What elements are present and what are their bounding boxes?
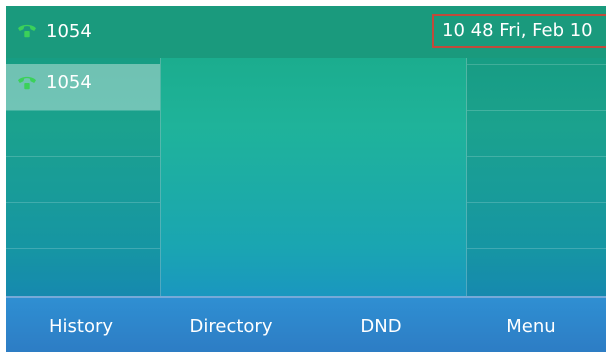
line-key-2[interactable] <box>6 110 160 157</box>
softkey-dnd[interactable]: DND <box>306 316 456 337</box>
status-account-label: 1054 <box>46 20 92 42</box>
softkey-directory[interactable]: Directory <box>156 316 306 337</box>
phone-registered-icon <box>16 22 38 40</box>
right-key-panel <box>466 58 606 296</box>
line-key-5[interactable] <box>6 248 160 295</box>
softkey-bar: History Directory DND Menu <box>6 296 606 352</box>
right-key-4[interactable] <box>467 202 606 249</box>
status-datetime: 10 48 Fri, Feb 10 <box>432 14 606 48</box>
line-key-panel: 1054 <box>6 58 161 296</box>
status-bar: 1054 10 48 Fri, Feb 10 <box>6 6 606 58</box>
softkey-history[interactable]: History <box>6 316 156 337</box>
right-key-5[interactable] <box>467 248 606 295</box>
softkey-menu[interactable]: Menu <box>456 316 606 337</box>
right-key-3[interactable] <box>467 156 606 203</box>
phone-screen: 1054 10 48 Fri, Feb 10 1054 History Dire… <box>6 6 606 352</box>
line-key-1-label: 1054 <box>46 72 92 93</box>
line-key-4[interactable] <box>6 202 160 249</box>
status-account: 1054 <box>16 16 92 46</box>
line-key-1[interactable]: 1054 <box>6 64 160 110</box>
right-key-2[interactable] <box>467 110 606 157</box>
phone-registered-icon <box>16 74 38 92</box>
line-key-3[interactable] <box>6 156 160 203</box>
right-key-1[interactable] <box>467 64 606 111</box>
line-key-1-label-group: 1054 <box>16 72 92 93</box>
